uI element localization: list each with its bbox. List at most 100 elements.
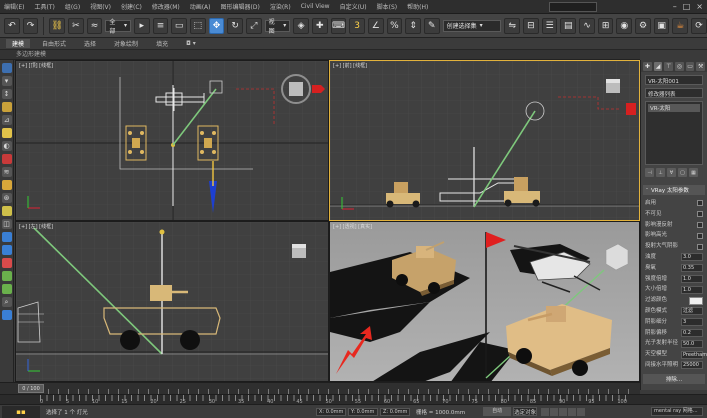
spinner-snap-icon[interactable]: ⇕ <box>405 17 421 34</box>
coord-z-field[interactable]: Z: 0.0mm <box>380 407 410 416</box>
viewport-top-label[interactable]: [+] [顶] [线框] <box>19 62 53 69</box>
menu-views[interactable]: 视图(V) <box>90 2 111 11</box>
menu-group[interactable]: 组(G) <box>65 2 80 11</box>
goto-end-icon[interactable] <box>577 407 586 416</box>
param-value-field[interactable]: 25000 <box>681 361 703 370</box>
named-selection-dropdown[interactable]: 创建选择集 ▾ <box>442 19 502 32</box>
snap-toggle-icon[interactable]: 3 <box>349 17 365 34</box>
pin-stack-icon[interactable]: ⊣ <box>645 168 654 177</box>
param-value-field[interactable]: 1.0 <box>681 274 703 283</box>
lock-icon[interactable] <box>1 310 12 320</box>
maximize-icon[interactable]: □ <box>683 2 691 11</box>
display-hidden-icon[interactable] <box>1 245 12 255</box>
param-checkbox[interactable] <box>697 221 703 228</box>
goto-start-icon[interactable] <box>541 407 550 416</box>
param-value-field[interactable]: 3.0 <box>681 253 703 262</box>
exclude-button[interactable]: 排除... <box>643 373 705 384</box>
param-value-field[interactable]: 0.2 <box>681 328 703 337</box>
minimize-icon[interactable]: – <box>673 2 677 11</box>
param-checkbox[interactable] <box>697 211 703 218</box>
track-bar[interactable]: 0 5 10 15 20 25 30 35 40 45 50 55 60 65 70 75 80 85 90 95 10… <box>0 394 707 405</box>
render-production-icon[interactable]: ☕ <box>672 17 689 34</box>
menu-help[interactable]: 帮助(H) <box>407 2 428 11</box>
pivot-center-icon[interactable]: ◈ <box>293 17 309 34</box>
selection-filter-dropdown[interactable]: 全部 ▾ <box>105 19 131 35</box>
param-checkbox[interactable] <box>697 200 703 207</box>
stack-item[interactable]: VR-太阳 <box>648 104 700 112</box>
modify-tab-icon[interactable]: ◢ <box>653 62 663 71</box>
param-value-field[interactable]: 过滤 <box>681 307 703 316</box>
display-xrefs-icon[interactable]: ⊛ <box>1 193 12 203</box>
display-containers-icon[interactable]: ◫ <box>1 219 12 229</box>
param-value-field[interactable]: 0.35 <box>681 264 703 273</box>
select-manipulate-icon[interactable]: ✚ <box>311 17 328 34</box>
tab-populate[interactable]: 填充 <box>150 39 174 48</box>
menu-edit[interactable]: 编辑(E) <box>4 2 24 11</box>
move-icon[interactable]: ✥ <box>208 17 225 34</box>
tab-object-paint[interactable]: 对象绘制 <box>108 39 144 48</box>
motion-tab-icon[interactable]: ◎ <box>675 62 684 71</box>
mirror-icon[interactable]: ⇋ <box>504 17 521 34</box>
unlink-icon[interactable]: ✂ <box>68 17 84 34</box>
viewport-front-label[interactable]: [+] [前] [线框] <box>333 62 367 69</box>
menu-modifiers[interactable]: 修改器(M) <box>152 2 180 11</box>
auto-key-button[interactable]: 自动 <box>483 407 512 416</box>
window-crossing-icon[interactable]: ⬚ <box>189 17 206 34</box>
display-all-icon[interactable] <box>1 258 12 268</box>
next-frame-icon[interactable] <box>568 407 577 416</box>
display-shapes-icon[interactable]: ⊿ <box>1 115 12 125</box>
param-checkbox[interactable] <box>697 243 703 250</box>
bind-spacewarp-icon[interactable]: ≈ <box>86 17 103 34</box>
viewport-front[interactable]: [+] [前] [线框] <box>329 60 640 221</box>
display-helpers-icon[interactable] <box>1 154 12 164</box>
render-iterative-icon[interactable]: ⟳ <box>691 17 707 34</box>
viewcube-front[interactable] <box>606 79 620 93</box>
undo-icon[interactable]: ↶ <box>4 17 20 34</box>
tab-modeling[interactable]: 建模 <box>6 39 31 48</box>
rotate-icon[interactable]: ↻ <box>227 17 243 34</box>
remove-modifier-icon[interactable]: ▢ <box>678 168 687 177</box>
schematic-view-icon[interactable]: ⊞ <box>597 17 614 34</box>
menu-civil-view[interactable]: Civil View <box>301 3 330 10</box>
ribbon-options-icon[interactable]: ◘ ▾ <box>180 40 202 47</box>
menu-graph-editors[interactable]: 图形编辑器(D) <box>221 2 260 11</box>
coord-x-field[interactable]: X: 0.0mm <box>316 407 346 416</box>
rollout-header[interactable]: - VRay 太阳参数 <box>643 185 705 195</box>
render-setup-icon[interactable]: ⚙ <box>635 17 651 34</box>
coord-y-field[interactable]: Y: 0.0mm <box>348 407 378 416</box>
viewport-left[interactable]: [+] [左] [线框] <box>15 221 329 382</box>
material-editor-icon[interactable]: ◉ <box>616 17 633 34</box>
display-invert-icon[interactable] <box>1 284 12 294</box>
percent-snap-icon[interactable]: % <box>386 17 403 34</box>
close-icon[interactable]: × <box>696 2 703 11</box>
tab-selection[interactable]: 选择 <box>78 39 102 48</box>
show-end-result-icon[interactable]: ⊥ <box>656 168 665 177</box>
display-spacewarps-icon[interactable]: ≋ <box>1 167 12 177</box>
keyboard-shortcut-icon[interactable]: ⌨ <box>330 17 347 34</box>
menu-tools[interactable]: 工具(T) <box>34 2 54 11</box>
ribbon-toggle-icon[interactable]: ▤ <box>560 17 577 34</box>
hierarchy-tab-icon[interactable]: ⊤ <box>664 62 674 71</box>
scale-icon[interactable]: ⤢ <box>245 17 262 34</box>
modifier-stack[interactable]: VR-太阳 <box>645 101 703 165</box>
mini-script-field[interactable]: mental ray 网格... <box>651 407 703 416</box>
set-key-filter-dropdown[interactable]: 选定对象 <box>513 407 538 416</box>
maxscript-listener-icon[interactable]: ▪▪ <box>2 405 40 418</box>
object-name-field[interactable]: VR-太阳001 <box>645 75 703 85</box>
param-value-field[interactable]: 1.0 <box>681 285 703 294</box>
configure-sets-icon[interactable]: ▦ <box>689 168 698 177</box>
display-cameras-icon[interactable]: ◐ <box>1 141 12 151</box>
param-checkbox[interactable] <box>697 232 703 239</box>
param-value-field[interactable]: 50.0 <box>681 339 703 348</box>
create-tab-icon[interactable]: ✚ <box>643 62 652 71</box>
time-slider[interactable]: 0 / 100 <box>0 382 640 394</box>
modifier-list-dropdown[interactable]: 修改器列表 <box>645 88 703 98</box>
edit-named-selection-icon[interactable]: ✎ <box>423 17 440 34</box>
sort-icon[interactable]: ↕ <box>1 89 12 99</box>
menu-scripting[interactable]: 脚本(S) <box>377 2 398 11</box>
redo-icon[interactable]: ↷ <box>22 17 39 34</box>
display-bones-icon[interactable] <box>1 206 12 216</box>
search-input[interactable] <box>549 2 597 12</box>
viewport-perspective-label[interactable]: [+] [透视] [真实] <box>333 223 372 230</box>
rendered-frame-window-icon[interactable]: ▣ <box>653 17 670 34</box>
